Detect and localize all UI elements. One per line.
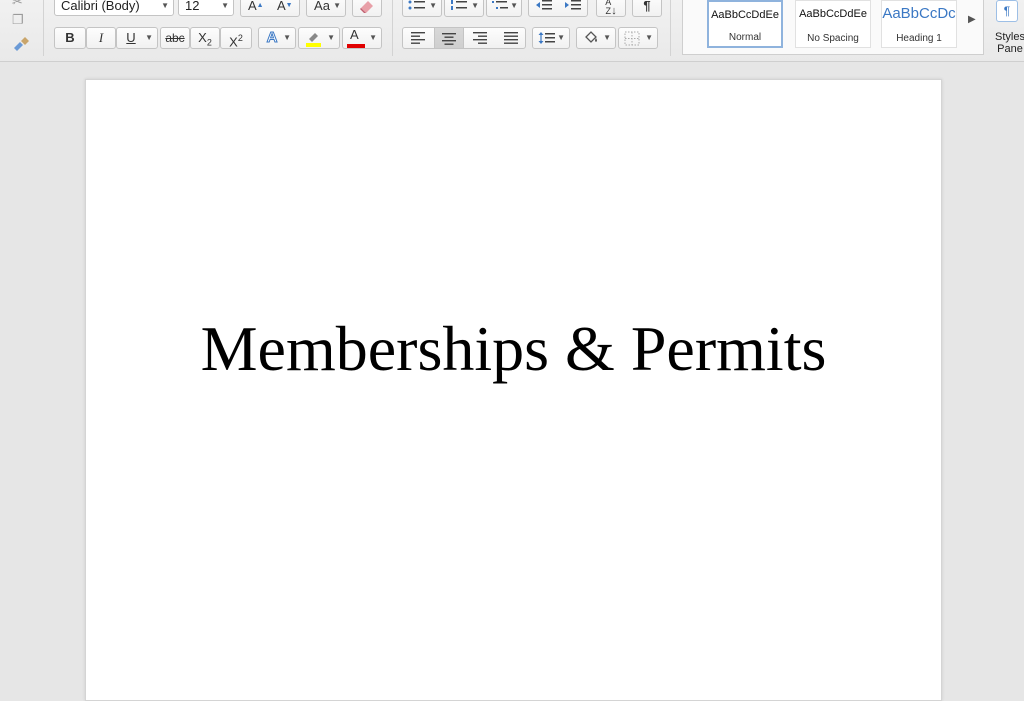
- change-case-label: Aa: [314, 0, 330, 13]
- font-color-button[interactable]: A ▼: [342, 27, 382, 49]
- ribbon-separator: [43, 0, 44, 56]
- clear-formatting-button[interactable]: [352, 0, 382, 17]
- grow-font-button[interactable]: A▲: [248, 0, 264, 16]
- line-spacing-icon: [538, 31, 556, 45]
- highlighter-icon: [304, 29, 322, 47]
- ribbon-separator: [392, 0, 393, 56]
- ribbon-separator: [670, 0, 671, 56]
- chevron-down-icon: ▼: [645, 33, 653, 42]
- chevron-down-icon: ▼: [429, 1, 437, 10]
- copy-icon[interactable]: ❐: [12, 12, 24, 28]
- underline-label: U: [126, 30, 136, 45]
- cut-icon[interactable]: ✂: [12, 0, 23, 10]
- chevron-down-icon: ▼: [557, 33, 565, 42]
- align-center-button[interactable]: [434, 27, 464, 49]
- indent-buttons: [528, 0, 588, 17]
- line-spacing-button[interactable]: ▼: [532, 27, 570, 49]
- borders-button[interactable]: ▼: [618, 27, 658, 49]
- change-case-button[interactable]: Aa ▼: [306, 0, 346, 17]
- chevron-down-icon: ▼: [283, 33, 291, 42]
- shading-button[interactable]: ▼: [576, 27, 616, 49]
- align-right-icon: [464, 32, 495, 44]
- style-label: Heading 1: [896, 33, 942, 44]
- ribbon: ✂ ❐ Calibri (Body) ▼ 12 ▼ A▲ A▼ Aa ▼ B I…: [0, 0, 1024, 62]
- styles-gallery: AaBbCcDdEe Normal AaBbCcDdEe No Spacing …: [682, 0, 984, 55]
- text-effects-label: A: [266, 29, 278, 47]
- numbering-button[interactable]: ▼: [444, 0, 484, 17]
- shrink-font-button[interactable]: A▼: [277, 0, 293, 16]
- style-sample: AaBbCcDc: [882, 5, 956, 22]
- eraser-icon: [353, 0, 381, 14]
- highlight-button[interactable]: ▼: [298, 27, 340, 49]
- align-left-button[interactable]: [402, 27, 434, 49]
- clipboard-group: ✂ ❐: [10, 0, 32, 60]
- bold-button[interactable]: B: [54, 27, 86, 49]
- font-name-select[interactable]: Calibri (Body) ▼: [54, 0, 174, 16]
- style-sample: AaBbCcDdEe: [711, 9, 779, 21]
- font-name-value: Calibri (Body): [61, 0, 140, 13]
- align-right-button[interactable]: [464, 27, 495, 49]
- document-title[interactable]: Memberships & Permits: [86, 312, 941, 386]
- gallery-next-icon[interactable]: ▶: [968, 14, 976, 25]
- borders-icon: [624, 31, 640, 46]
- style-heading-1[interactable]: AaBbCcDc Heading 1: [881, 0, 957, 48]
- font-size-value: 12: [185, 0, 200, 13]
- sort-button[interactable]: AZ↓: [596, 0, 626, 17]
- chevron-down-icon: ▼: [603, 33, 611, 42]
- styles-pane-button[interactable]: ¶ Styles Pane: [988, 0, 1024, 60]
- style-no-spacing[interactable]: AaBbCcDdEe No Spacing: [795, 0, 871, 48]
- style-normal[interactable]: AaBbCcDdEe Normal: [707, 0, 783, 48]
- justify-icon: [495, 32, 526, 44]
- align-center-icon: [435, 33, 463, 45]
- chevron-down-icon: ▼: [333, 1, 341, 10]
- align-left-icon: [402, 32, 434, 44]
- chevron-down-icon: ▼: [471, 1, 479, 10]
- chevron-down-icon: ▼: [145, 33, 153, 42]
- chevron-down-icon: ▼: [369, 33, 377, 42]
- style-label: Normal: [728, 32, 762, 43]
- font-color-label: A: [350, 27, 359, 42]
- style-label: No Spacing: [807, 33, 859, 44]
- numbered-list-icon: [450, 0, 468, 13]
- bullets-button[interactable]: ▼: [402, 0, 442, 17]
- pilcrow-icon: ¶: [996, 0, 1018, 22]
- decrease-indent-icon[interactable]: [535, 0, 553, 12]
- multilevel-list-icon: [491, 0, 509, 13]
- font-size-select[interactable]: 12 ▼: [178, 0, 234, 16]
- font-size-buttons: A▲ A▼: [240, 0, 300, 17]
- superscript-button[interactable]: X2: [220, 27, 252, 49]
- increase-indent-icon[interactable]: [564, 0, 582, 12]
- show-formatting-button[interactable]: ¶: [632, 0, 662, 17]
- justify-button[interactable]: [495, 27, 526, 49]
- bullet-list-icon: [408, 0, 426, 13]
- multilevel-list-button[interactable]: ▼: [486, 0, 522, 17]
- paint-bucket-icon: [582, 29, 600, 47]
- chevron-down-icon: ▼: [510, 1, 518, 10]
- style-sample: AaBbCcDdEe: [799, 8, 867, 20]
- strikethrough-button[interactable]: abc: [160, 27, 190, 49]
- chevron-down-icon: ▼: [327, 33, 335, 42]
- styles-pane-label: Styles Pane: [995, 31, 1024, 55]
- chevron-down-icon: ▼: [221, 1, 229, 10]
- format-painter-icon[interactable]: [12, 36, 30, 52]
- text-effects-button[interactable]: A ▼: [258, 27, 296, 49]
- subscript-button[interactable]: X2: [190, 27, 220, 49]
- italic-button[interactable]: I: [86, 27, 116, 49]
- document-page[interactable]: Memberships & Permits: [85, 79, 942, 701]
- chevron-down-icon: ▼: [161, 1, 169, 10]
- underline-button[interactable]: U ▼: [116, 27, 158, 49]
- font-color-swatch: [347, 44, 365, 48]
